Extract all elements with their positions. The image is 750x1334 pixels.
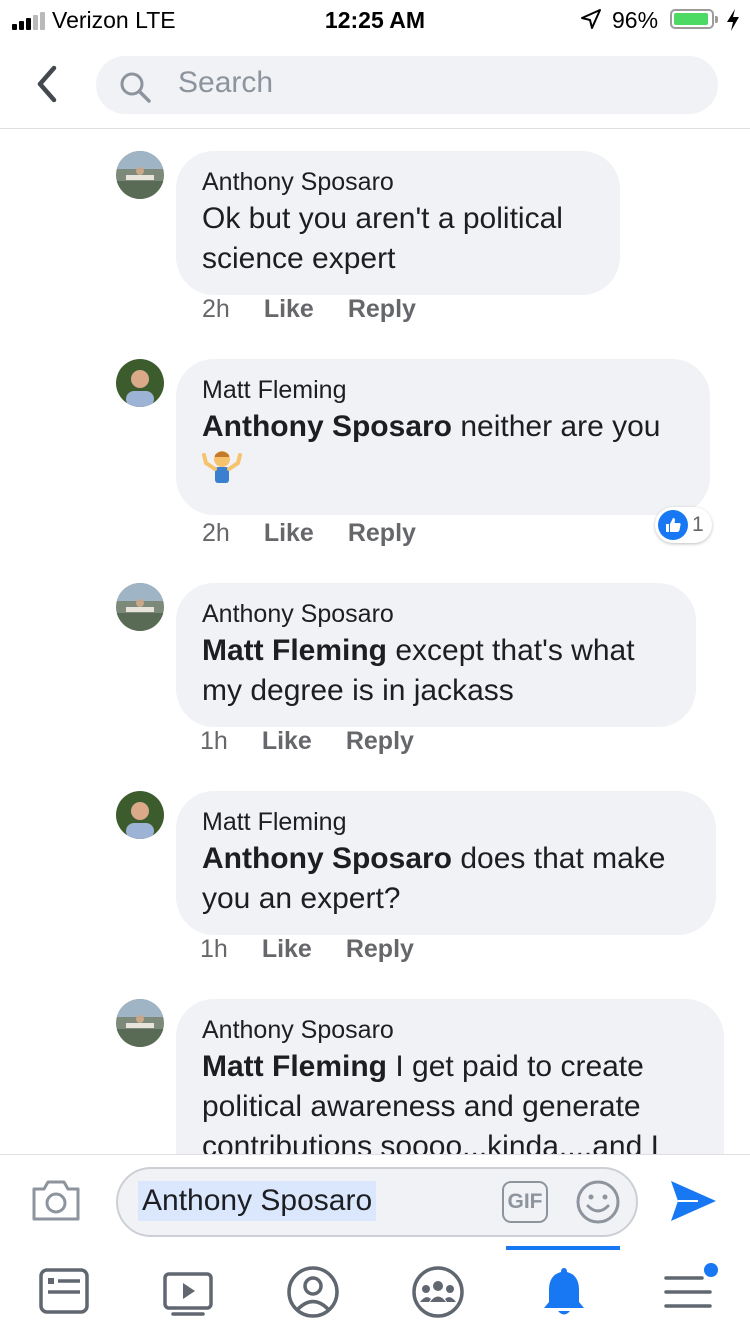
shrug-emoji-icon: [202, 451, 242, 483]
menu-notification-dot: [704, 1263, 718, 1277]
comment-author[interactable]: Anthony Sposaro: [202, 1013, 698, 1047]
news-feed-icon[interactable]: [34, 1264, 94, 1320]
reply-button[interactable]: Reply: [348, 295, 416, 324]
like-reaction-icon: [658, 510, 688, 540]
groups-icon[interactable]: [408, 1264, 468, 1320]
comment-actions: 2h Like Reply: [202, 519, 416, 548]
gif-button[interactable]: GIF: [502, 1181, 548, 1223]
profile-icon[interactable]: [283, 1264, 343, 1320]
comment-time[interactable]: 2h: [202, 295, 230, 324]
search-input[interactable]: [176, 65, 700, 101]
comment-author[interactable]: Matt Fleming: [202, 373, 684, 407]
comment-bubble[interactable]: Anthony Sposaro Matt Fleming except that…: [176, 583, 696, 727]
comment-bubble[interactable]: Matt Fleming Anthony Sposaro neither are…: [176, 359, 710, 515]
avatar[interactable]: [116, 791, 164, 839]
comment-bubble[interactable]: Anthony Sposaro Matt Fleming I get paid …: [176, 999, 724, 1154]
avatar[interactable]: [116, 999, 164, 1047]
search-icon: [120, 72, 151, 103]
comment-author[interactable]: Anthony Sposaro: [202, 165, 594, 199]
watch-icon[interactable]: [158, 1264, 218, 1320]
comment-actions: 1h Like Reply: [200, 935, 414, 964]
comment-actions: 1h Like Reply: [200, 727, 414, 756]
notifications-icon[interactable]: [534, 1264, 594, 1320]
comment-bubble[interactable]: Matt Fleming Anthony Sposaro does that m…: [176, 791, 716, 935]
comment-mention[interactable]: Anthony Sposaro: [202, 410, 452, 443]
active-tab-indicator: [506, 1246, 620, 1250]
like-button[interactable]: Like: [262, 935, 312, 964]
reaction-badge[interactable]: 1: [655, 507, 712, 543]
comment-composer: Anthony Sposaro GIF: [0, 1154, 750, 1247]
comment-time[interactable]: 1h: [200, 727, 228, 756]
comment-mention[interactable]: Matt Fleming: [202, 1050, 387, 1083]
battery-percent: 96%: [612, 7, 659, 33]
comment-time[interactable]: 1h: [200, 935, 228, 964]
avatar[interactable]: [116, 151, 164, 199]
comment-time[interactable]: 2h: [202, 519, 230, 548]
comment-author[interactable]: Anthony Sposaro: [202, 597, 670, 631]
like-button[interactable]: Like: [264, 519, 314, 548]
location-arrow-icon: [581, 9, 601, 29]
reply-button[interactable]: Reply: [346, 935, 414, 964]
avatar[interactable]: [116, 359, 164, 407]
send-icon[interactable]: [668, 1177, 718, 1225]
comment-text: neither are you: [452, 410, 661, 443]
emoji-picker-icon[interactable]: [574, 1178, 622, 1226]
back-button[interactable]: [28, 64, 68, 104]
search-bar[interactable]: [96, 56, 718, 114]
reply-button[interactable]: Reply: [348, 519, 416, 548]
avatar[interactable]: [116, 583, 164, 631]
comment-input[interactable]: Anthony Sposaro GIF: [116, 1167, 638, 1237]
camera-button[interactable]: [30, 1177, 82, 1223]
reply-button[interactable]: Reply: [346, 727, 414, 756]
like-button[interactable]: Like: [262, 727, 312, 756]
charging-bolt-icon: [727, 9, 739, 31]
header: [0, 40, 750, 129]
like-button[interactable]: Like: [264, 295, 314, 324]
comment-text: Ok but you aren't a political science ex…: [202, 202, 563, 275]
comment-author[interactable]: Matt Fleming: [202, 805, 690, 839]
comments-thread: Anthony Sposaro Ok but you aren't a poli…: [0, 129, 750, 1154]
comment-mention[interactable]: Anthony Sposaro: [202, 842, 452, 875]
comment-input-mention[interactable]: Anthony Sposaro: [138, 1181, 377, 1221]
comment-bubble[interactable]: Anthony Sposaro Ok but you aren't a poli…: [176, 151, 620, 295]
comment-mention[interactable]: Matt Fleming: [202, 634, 387, 667]
bottom-tab-bar: [0, 1246, 750, 1334]
battery-icon: [670, 9, 718, 29]
comment-actions: 2h Like Reply: [202, 295, 416, 324]
reaction-count: 1: [692, 513, 704, 536]
status-bar: Verizon LTE 12:25 AM 96%: [0, 0, 750, 40]
